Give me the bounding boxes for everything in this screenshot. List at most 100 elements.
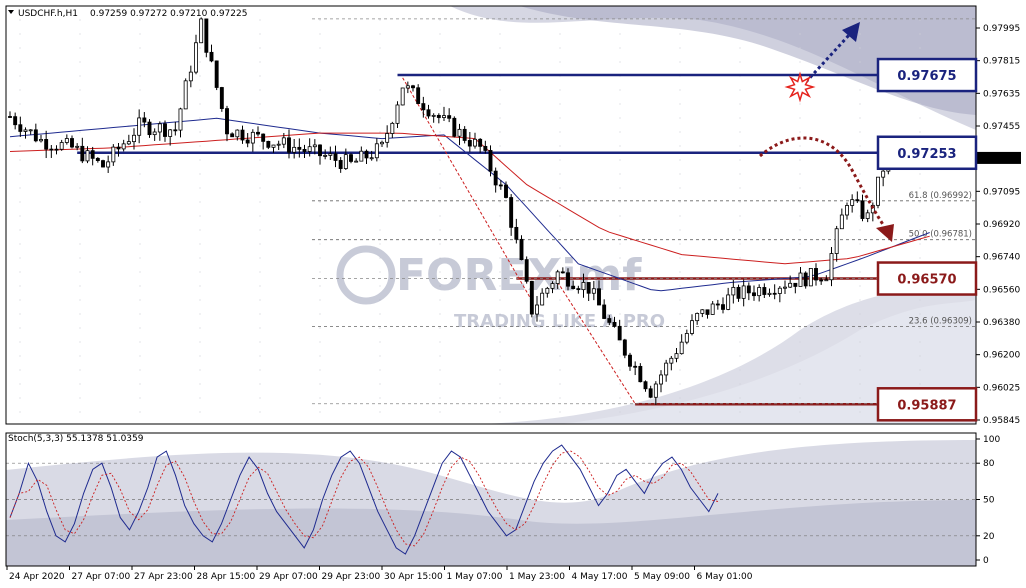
grid-dot xyxy=(679,61,681,63)
grid-dot xyxy=(319,369,321,371)
grid-dot xyxy=(859,173,861,175)
candle-body xyxy=(860,200,865,219)
grid-dot xyxy=(19,257,21,259)
grid-dot xyxy=(619,159,621,161)
grid-dot xyxy=(19,201,21,203)
grid-dot xyxy=(619,369,621,371)
grid-dot xyxy=(439,103,441,105)
grid-dot xyxy=(19,187,21,189)
candle-body xyxy=(421,103,426,111)
grid-dot xyxy=(79,383,81,385)
grid-dot xyxy=(19,299,21,301)
grid-dot xyxy=(319,47,321,49)
candle-body xyxy=(741,285,746,299)
candle-body xyxy=(204,18,209,53)
grid-dot xyxy=(139,229,141,231)
grid-dot xyxy=(739,243,741,245)
grid-dot xyxy=(379,19,381,21)
grid-dot xyxy=(199,313,201,315)
grid-dot xyxy=(19,327,21,329)
fib-level-label: 50.0 (0.96781) xyxy=(909,230,972,240)
forex-chart[interactable]: FOREXimf TRADING LIKE A PRO 61.8 (0.96992… xyxy=(0,0,1026,588)
grid-dot xyxy=(379,229,381,231)
grid-dot xyxy=(79,201,81,203)
grid-dot xyxy=(619,229,621,231)
grid-dot xyxy=(199,299,201,301)
candle-body xyxy=(622,339,627,356)
candle-body xyxy=(767,292,772,295)
candle-body xyxy=(762,287,767,295)
grid-dot xyxy=(499,341,501,343)
candle-body xyxy=(400,87,405,106)
candle-body xyxy=(261,133,266,142)
watermark-tagline: TRADING LIKE A PRO xyxy=(454,311,665,332)
grid-dot xyxy=(859,131,861,133)
grid-dot xyxy=(259,369,261,371)
grid-dot xyxy=(259,145,261,147)
candle-body xyxy=(710,303,715,315)
grid-dot xyxy=(379,313,381,315)
grid-dot xyxy=(679,201,681,203)
chart-ohlc: 0.97259 0.97272 0.97210 0.97225 xyxy=(90,9,247,19)
grid-dot xyxy=(679,187,681,189)
y-tick-label: 0.97455 xyxy=(983,122,1020,132)
candle-body xyxy=(674,353,679,359)
grid-dot xyxy=(679,285,681,287)
candle-body xyxy=(390,122,395,134)
grid-dot xyxy=(919,117,921,119)
grid-dot xyxy=(559,89,561,91)
candle-body xyxy=(519,238,524,261)
candle-body xyxy=(690,320,694,334)
grid-dot xyxy=(319,299,321,301)
grid-dot xyxy=(739,117,741,119)
grid-dot xyxy=(19,411,21,413)
grid-dot xyxy=(79,341,81,343)
grid-dot xyxy=(739,159,741,161)
candle-body xyxy=(245,139,250,144)
level-box-label: 0.96570 xyxy=(897,273,956,288)
grid-dot xyxy=(679,313,681,315)
candle-body xyxy=(369,157,374,160)
grid-dot xyxy=(859,397,861,399)
grid-dot xyxy=(79,229,81,231)
grid-dot xyxy=(379,383,381,385)
grid-dot xyxy=(319,117,321,119)
candle-body xyxy=(178,108,183,131)
candle-body xyxy=(705,309,710,315)
x-tick-label: 30 Apr 15:00 xyxy=(384,572,443,582)
candle-body xyxy=(452,117,457,137)
candle-body xyxy=(715,303,720,306)
grid-dot xyxy=(859,89,861,91)
candle-body xyxy=(297,146,302,150)
grid-dot xyxy=(379,61,381,63)
grid-dot xyxy=(19,215,21,217)
grid-dot xyxy=(79,89,81,91)
grid-dot xyxy=(79,103,81,105)
candle-body xyxy=(571,285,576,289)
stoch-title: Stoch(5,3,3) 55.1378 51.0359 xyxy=(8,434,144,444)
candle-body xyxy=(628,354,632,367)
grid-dot xyxy=(139,257,141,259)
candle-body xyxy=(447,115,452,119)
grid-dot xyxy=(199,187,201,189)
grid-dot xyxy=(19,47,21,49)
candle-body xyxy=(550,283,555,289)
candle-body xyxy=(478,138,483,147)
grid-dot xyxy=(199,341,201,343)
grid-dot xyxy=(19,159,21,161)
grid-dot xyxy=(559,61,561,63)
grid-dot xyxy=(19,33,21,35)
grid-dot xyxy=(199,355,201,357)
grid-dot xyxy=(679,299,681,301)
grid-dot xyxy=(379,369,381,371)
grid-dot xyxy=(859,313,861,315)
grid-dot xyxy=(679,173,681,175)
grid-dot xyxy=(859,229,861,231)
grid-dot xyxy=(619,19,621,21)
grid-dot xyxy=(199,159,201,161)
grid-dot xyxy=(19,355,21,357)
candle-body xyxy=(312,144,317,148)
grid-dot xyxy=(799,215,801,217)
candle-body xyxy=(271,144,276,148)
candle-body xyxy=(829,253,834,281)
